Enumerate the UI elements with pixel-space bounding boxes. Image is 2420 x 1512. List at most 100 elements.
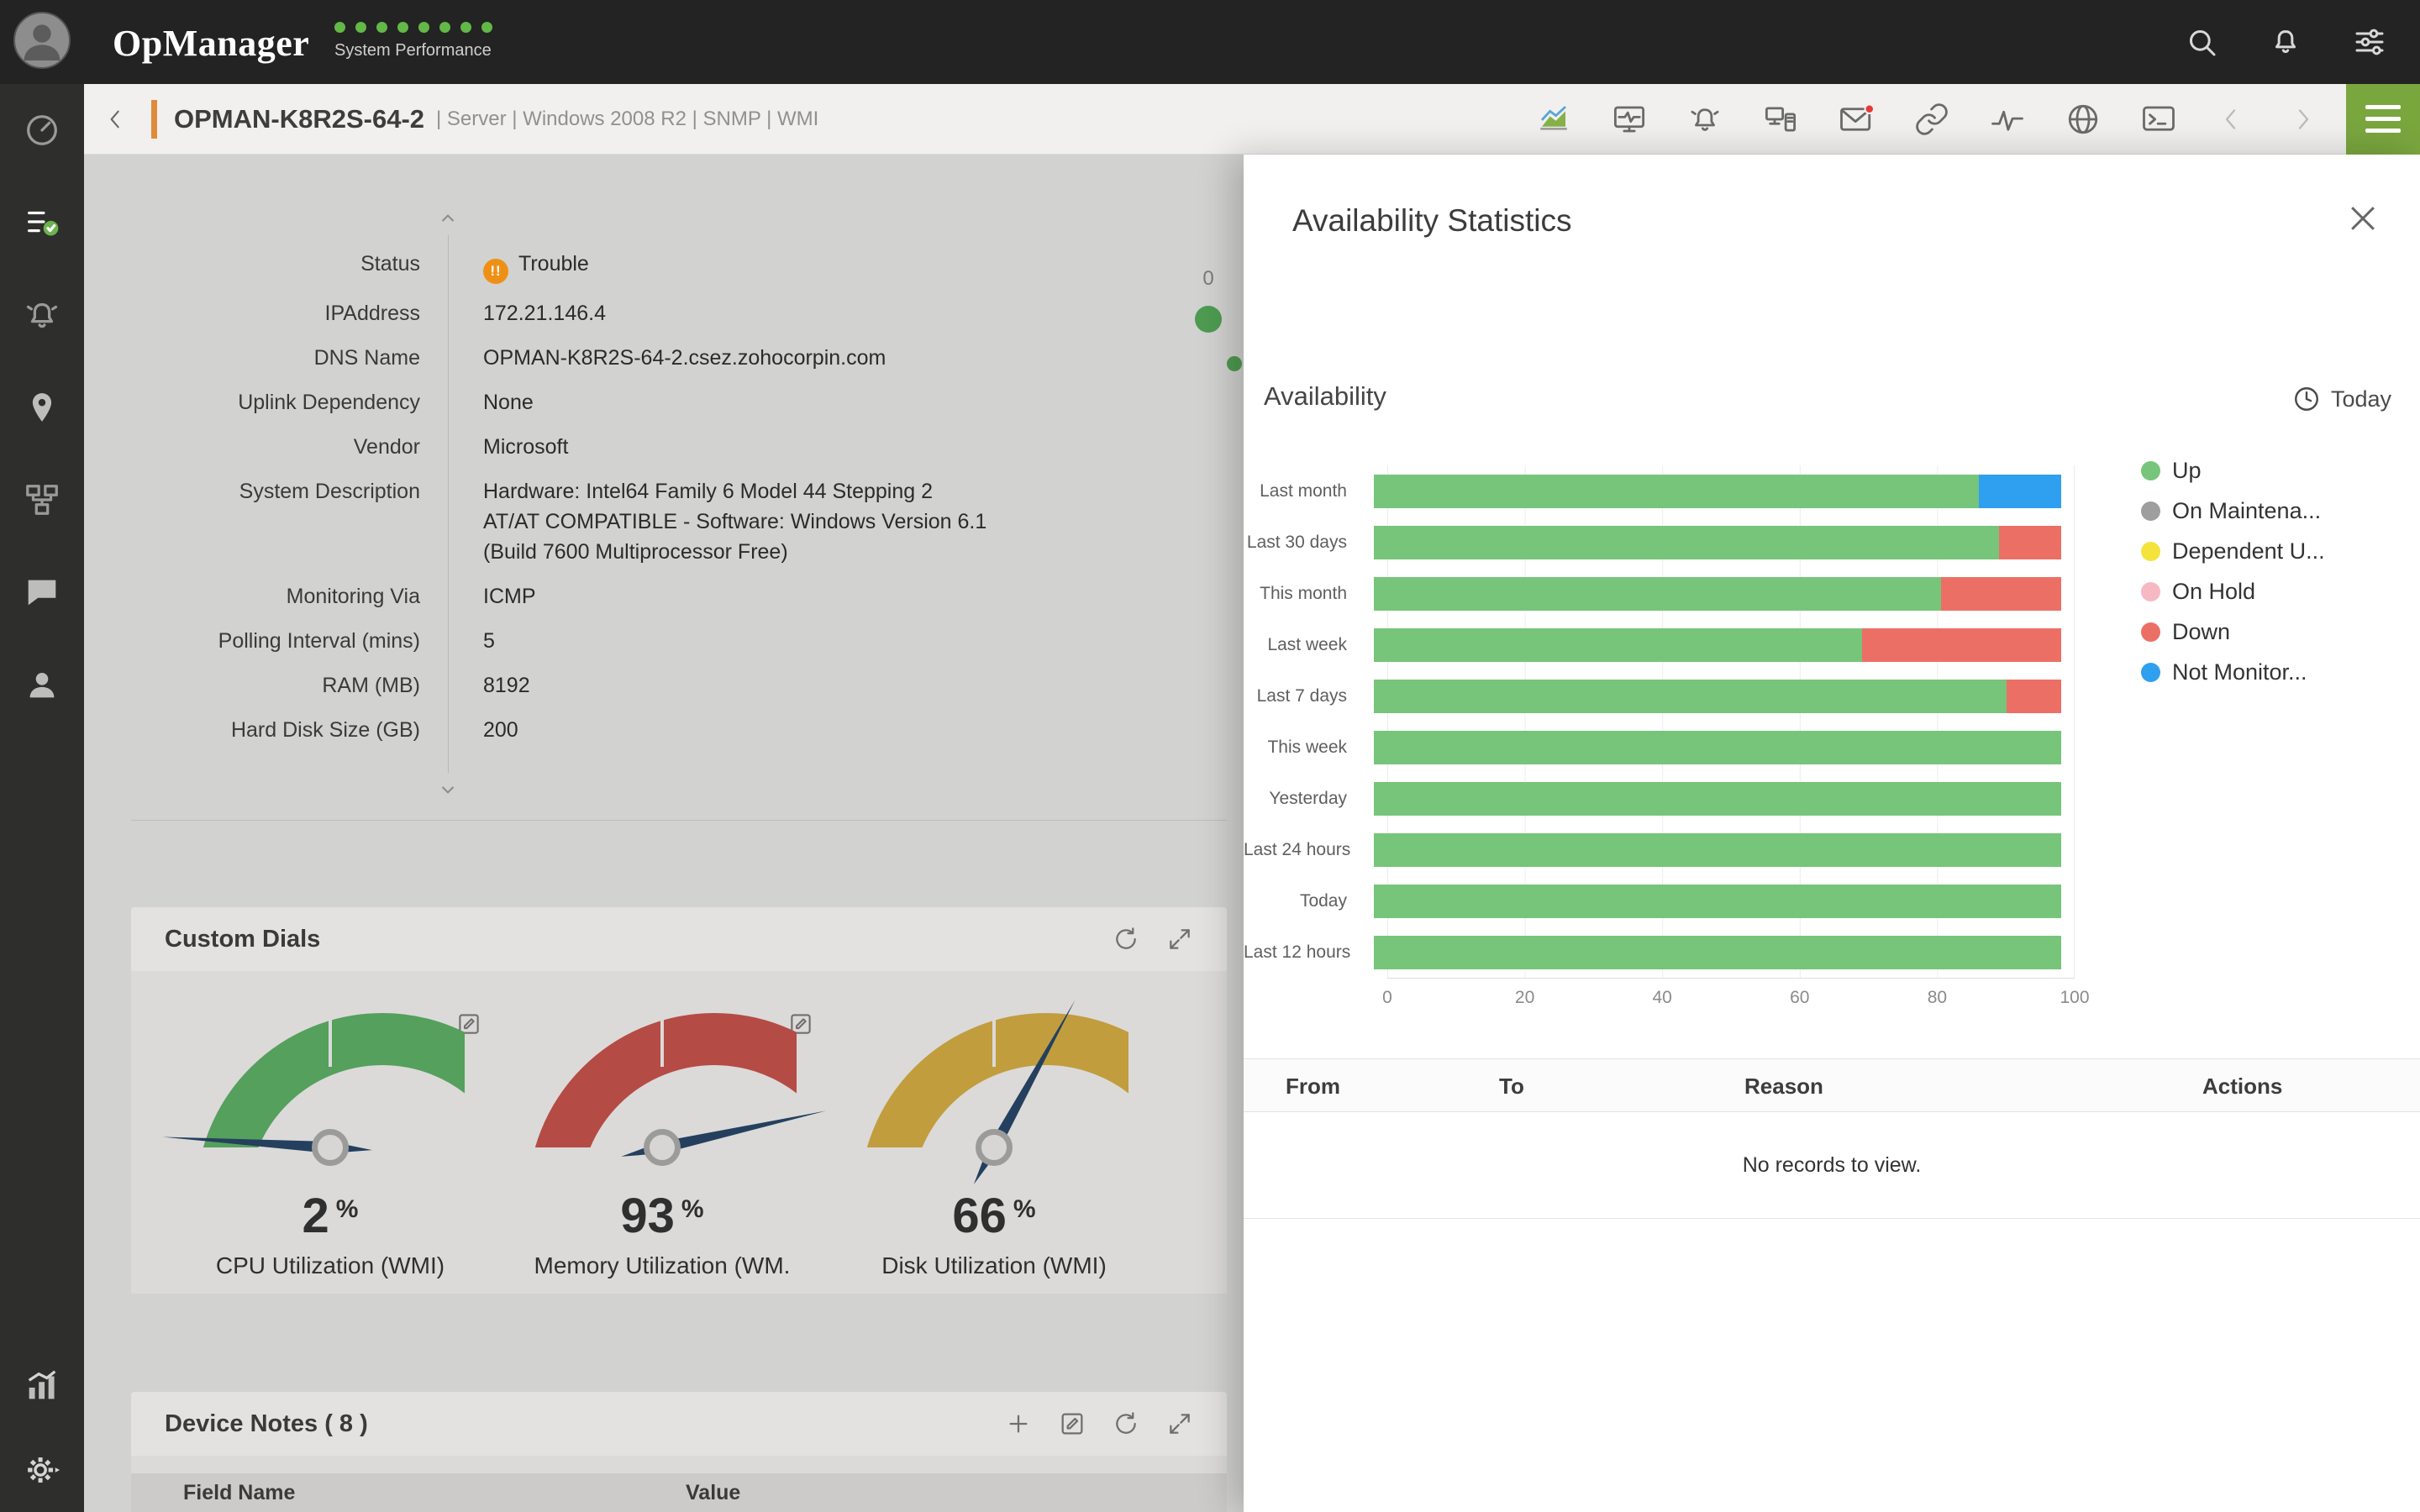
legend-item[interactable]: Dependent U... <box>2141 531 2325 571</box>
nav-back-icon[interactable] <box>2217 104 2247 134</box>
edit-notes-icon[interactable] <box>1059 1410 1086 1437</box>
globe-icon[interactable] <box>2065 102 2101 137</box>
notifications-bell-icon[interactable] <box>2269 25 2302 59</box>
detail-value: 5 <box>420 626 495 656</box>
chart-row: Last 30 days <box>1244 517 2075 568</box>
chart-bar-track <box>1374 475 2061 508</box>
mail-icon[interactable] <box>1839 102 1874 137</box>
sidebar-item-users[interactable] <box>0 638 84 731</box>
bar-segment <box>1374 782 2061 816</box>
sidebar-item-reports[interactable] <box>0 1344 84 1428</box>
legend-item[interactable]: Not Monitor... <box>2141 652 2325 692</box>
close-panel-button[interactable] <box>2344 200 2381 237</box>
sidebar-item-maps[interactable] <box>0 361 84 454</box>
bar-segment <box>2007 680 2061 713</box>
device-detail-row: Uplink DependencyNone <box>84 387 1260 417</box>
chart-bar-track <box>1374 936 2061 969</box>
section-actions <box>1005 1410 1193 1437</box>
sidebar-item-dashboard[interactable] <box>0 84 84 176</box>
status-dot-icon <box>355 22 366 33</box>
detail-value: 8192 <box>420 670 530 701</box>
performance-chart-icon[interactable] <box>1536 102 1571 137</box>
sparkline-icon[interactable] <box>1990 102 2025 137</box>
downtime-records: From To Reason Actions No records to vie… <box>1244 1058 2420 1219</box>
link-icon[interactable] <box>1914 102 1949 137</box>
sidebar-item-inventory[interactable] <box>0 176 84 269</box>
dial-label: Disk Utilization (WMI) <box>860 1252 1128 1279</box>
dial-value: 2% <box>196 1188 465 1244</box>
chart-row: Last month <box>1244 465 2075 517</box>
gauge-notch <box>660 1013 664 1067</box>
chart-bar-track <box>1374 833 2061 867</box>
search-icon[interactable] <box>2185 25 2218 59</box>
device-detail-row: Polling Interval (mins)5 <box>84 626 1260 656</box>
terminal-icon[interactable] <box>2141 102 2176 137</box>
bar-segment <box>1374 833 2061 867</box>
chart-row: This week <box>1244 722 2075 773</box>
custom-dial: 93%Memory Utilization (WM. <box>528 1013 797 1279</box>
legend-item[interactable]: On Maintena... <box>2141 491 2325 531</box>
availability-chart-rows: Last monthLast 30 daysThis monthLast wee… <box>1244 465 2075 978</box>
chat-bubble-icon <box>23 573 61 612</box>
period-selector[interactable]: Today <box>2292 385 2391 413</box>
bar-segment <box>1374 680 2007 713</box>
bar-segment <box>1374 628 1862 662</box>
dial-label: Memory Utilization (WM. <box>528 1252 797 1279</box>
refresh-icon[interactable] <box>1113 1410 1139 1437</box>
custom-dial: 2%CPU Utilization (WMI) <box>196 1013 465 1279</box>
chart-category-label: This month <box>1244 584 1360 604</box>
legend-label: Up <box>2172 458 2202 484</box>
chart-bar-track <box>1374 628 2061 662</box>
bar-segment <box>1374 526 1999 559</box>
status-dot-icon <box>481 22 492 33</box>
collapse-down-icon[interactable] <box>437 778 459 800</box>
detail-label: Polling Interval (mins) <box>84 626 420 656</box>
settings-sliders-icon[interactable] <box>2353 25 2386 59</box>
background-chart-point-icon <box>1195 306 1222 333</box>
device-details: Status!!TroubleIPAddress172.21.146.4DNS … <box>84 249 1260 759</box>
detail-label: Uplink Dependency <box>84 387 420 417</box>
sidebar-item-alarms[interactable] <box>0 269 84 361</box>
connected-devices-icon[interactable] <box>1763 102 1798 137</box>
reports-chart-icon <box>23 1367 61 1405</box>
availability-chart: Last monthLast 30 daysThis monthLast wee… <box>1244 465 2075 1013</box>
records-column-header: To <box>1499 1059 1524 1113</box>
refresh-icon[interactable] <box>1113 926 1139 953</box>
monitor-graph-icon[interactable] <box>1612 102 1647 137</box>
legend-item[interactable]: Down <box>2141 612 2325 652</box>
gauge-hub-icon <box>976 1129 1013 1166</box>
legend-item[interactable]: Up <box>2141 450 2325 491</box>
expand-icon[interactable] <box>1166 926 1193 953</box>
nav-forward-icon[interactable] <box>2287 104 2317 134</box>
chart-bar-track <box>1374 731 2061 764</box>
device-menu-button[interactable] <box>2346 84 2420 155</box>
legend-item[interactable]: On Hold <box>2141 571 2325 612</box>
detail-value: !!Trouble <box>420 249 589 284</box>
detail-label: System Description <box>84 476 420 567</box>
records-column-header: Actions <box>2202 1059 2282 1113</box>
add-note-icon[interactable] <box>1005 1410 1032 1437</box>
device-detail-row: Monitoring ViaICMP <box>84 581 1260 612</box>
bar-segment <box>1979 475 2061 508</box>
status-dot-icon <box>460 22 471 33</box>
device-alarms-icon[interactable] <box>1687 102 1723 137</box>
map-pin-icon <box>23 388 61 427</box>
legend-color-icon <box>2141 501 2160 521</box>
device-detail-row: DNS NameOPMAN-K8R2S-64-2.csez.zohocorpin… <box>84 343 1260 373</box>
back-button[interactable] <box>103 106 129 133</box>
collapse-up-icon[interactable] <box>437 208 459 230</box>
legend-label: Dependent U... <box>2172 538 2325 564</box>
content-divider <box>131 820 1227 821</box>
legend-label: Not Monitor... <box>2172 659 2307 685</box>
chart-bar-track <box>1374 526 2061 559</box>
detail-value: Microsoft <box>420 432 568 462</box>
expand-icon[interactable] <box>1166 1410 1193 1437</box>
sidebar-item-chat[interactable] <box>0 546 84 638</box>
bar-segment <box>1374 936 2061 969</box>
sidebar-item-virtualization[interactable] <box>0 454 84 546</box>
sidebar-item-settings[interactable] <box>0 1428 84 1512</box>
user-avatar[interactable] <box>13 12 71 69</box>
clock-icon <box>2292 385 2321 413</box>
notes-table-header: Field Name Value <box>131 1473 1227 1512</box>
records-table-header: From To Reason Actions <box>1244 1058 2420 1112</box>
